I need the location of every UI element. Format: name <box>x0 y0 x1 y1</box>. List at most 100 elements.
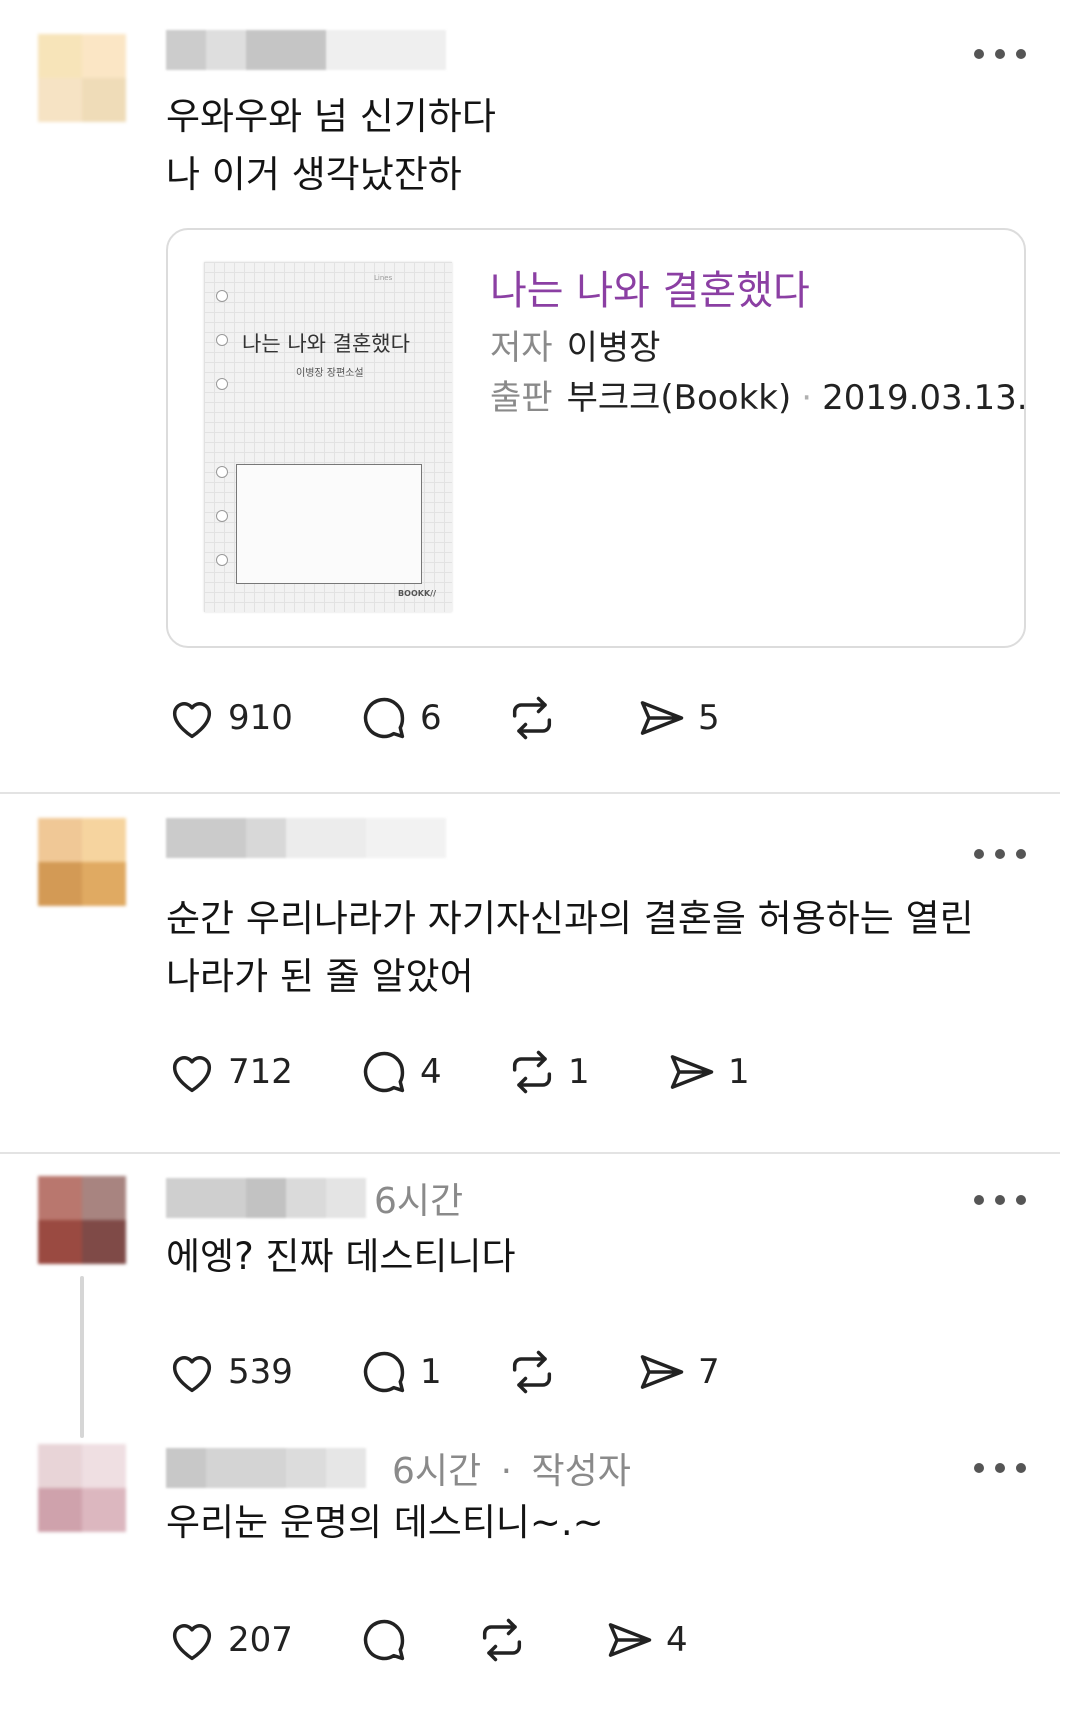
avatar-pixel <box>82 862 126 906</box>
separator-dot: · <box>801 378 813 418</box>
author-label: 저자 <box>490 328 553 368</box>
more-options-icon[interactable] <box>974 1194 1026 1206</box>
share-icon <box>640 1355 684 1389</box>
repost-icon <box>512 696 552 740</box>
repost-button[interactable] <box>506 1342 568 1402</box>
repost-button[interactable]: 1 <box>506 1042 590 1102</box>
share-count: 7 <box>698 1352 720 1392</box>
username-blurred[interactable] <box>166 1178 366 1218</box>
heart-icon <box>172 1356 212 1393</box>
post-text: 에엥? 진짜 데스티니다 <box>166 1235 516 1278</box>
like-count: 910 <box>228 698 293 738</box>
comment-count: 6 <box>420 698 442 738</box>
post-text: 순간 우리나라가 자기자신과의 결혼을 허용하는 열린 나라가 된 줄 알았어 <box>166 897 974 998</box>
like-count: 207 <box>228 1620 293 1660</box>
avatar[interactable] <box>38 1176 126 1264</box>
comment-button[interactable]: 6 <box>358 688 442 748</box>
comment-icon <box>363 1619 405 1661</box>
like-button[interactable]: 539 <box>166 1342 293 1402</box>
avatar-pixel <box>38 1488 82 1532</box>
divider <box>0 1152 1060 1154</box>
divider <box>0 792 1060 794</box>
comment-button[interactable] <box>358 1610 420 1670</box>
publisher-name: 부크크(Bookk) <box>566 378 792 418</box>
cover-title: 나는 나와 결혼했다 <box>242 332 410 356</box>
publish-date: 2019.03.13. <box>822 378 1028 418</box>
share-count: 1 <box>728 1052 750 1092</box>
avatar-pixel <box>82 1488 126 1532</box>
avatar-pixel <box>82 1220 126 1264</box>
comment-count: 1 <box>420 1352 442 1392</box>
like-count: 539 <box>228 1352 293 1392</box>
cover-box <box>236 464 422 584</box>
username-blurred[interactable] <box>166 1448 366 1488</box>
avatar-pixel <box>82 1176 126 1220</box>
share-count: 5 <box>698 698 720 738</box>
cover-brand: BOOKK// <box>398 589 436 598</box>
avatar-pixel <box>38 34 82 78</box>
cover-subtitle: 이병장 장편소설 <box>296 368 364 379</box>
more-options-icon[interactable] <box>974 1462 1026 1474</box>
comment-count: 4 <box>420 1052 442 1092</box>
share-icon <box>608 1623 652 1657</box>
heart-icon <box>172 1624 212 1661</box>
avatar-pixel <box>82 1444 126 1488</box>
repost-icon <box>512 1350 552 1394</box>
author-tag: 작성자 <box>531 1451 631 1492</box>
share-button[interactable]: 7 <box>636 1342 720 1402</box>
share-icon <box>670 1055 714 1089</box>
avatar[interactable] <box>38 1444 126 1532</box>
avatar-pixel <box>38 862 82 906</box>
avatar[interactable] <box>38 34 126 122</box>
share-button[interactable]: 5 <box>636 688 720 748</box>
avatar-pixel <box>82 34 126 78</box>
cover-top-text: Lines <box>374 274 393 282</box>
post-text: 우리눈 운명의 데스티니~.~ <box>166 1501 604 1544</box>
repost-icon <box>512 1050 552 1094</box>
share-button[interactable]: 4 <box>604 1610 688 1670</box>
comment-icon <box>363 1051 405 1093</box>
share-icon <box>640 701 684 735</box>
like-button[interactable]: 207 <box>166 1610 293 1670</box>
avatar-pixel <box>38 1220 82 1264</box>
repost-button[interactable] <box>476 1610 538 1670</box>
post-text: 우와우와 넘 신기하다 나 이거 생각났잔하 <box>166 95 496 196</box>
avatar-pixel <box>82 78 126 122</box>
repost-count: 1 <box>568 1052 590 1092</box>
post-time: 6시간 <box>392 1451 482 1492</box>
comment-button[interactable]: 1 <box>358 1342 442 1402</box>
share-button[interactable]: 1 <box>666 1042 750 1102</box>
publisher-label: 출판 <box>490 378 553 418</box>
comment-icon <box>363 697 405 739</box>
username-blurred[interactable] <box>166 30 446 70</box>
heart-icon <box>172 1056 212 1093</box>
heart-icon <box>172 702 212 739</box>
post-time: 6시간 <box>374 1181 464 1222</box>
thread-line <box>80 1276 84 1438</box>
book-title[interactable]: 나는 나와 결혼했다 <box>490 258 810 316</box>
author-name: 이병장 <box>566 328 661 368</box>
avatar-pixel <box>82 818 126 862</box>
share-count: 4 <box>666 1620 688 1660</box>
book-publisher-line: 출판 부크크(Bookk) · 2019.03.13. <box>490 370 1028 419</box>
username-blurred[interactable] <box>166 818 446 858</box>
comment-icon <box>363 1351 405 1393</box>
more-options-icon[interactable] <box>974 48 1026 60</box>
post-meta: 6시간 · 작성자 <box>392 1442 631 1494</box>
avatar-pixel <box>38 818 82 862</box>
book-author-line: 저자 이병장 <box>490 320 660 369</box>
repost-button[interactable] <box>506 688 568 748</box>
book-link-card[interactable]: Lines 나는 나와 결혼했다 이병장 장편소설 BOOKK// 나는 나와 … <box>166 228 1028 648</box>
more-options-icon[interactable] <box>974 848 1026 860</box>
comment-button[interactable]: 4 <box>358 1042 442 1102</box>
avatar-pixel <box>38 78 82 122</box>
repost-icon <box>482 1618 522 1662</box>
like-button[interactable]: 910 <box>166 688 293 748</box>
avatar-pixel <box>38 1444 82 1488</box>
separator-dot: · <box>500 1451 513 1492</box>
like-count: 712 <box>228 1052 293 1092</box>
avatar[interactable] <box>38 818 126 906</box>
like-button[interactable]: 712 <box>166 1042 293 1102</box>
book-cover-image: Lines 나는 나와 결혼했다 이병장 장편소설 BOOKK// <box>204 262 452 612</box>
avatar-pixel <box>38 1176 82 1220</box>
